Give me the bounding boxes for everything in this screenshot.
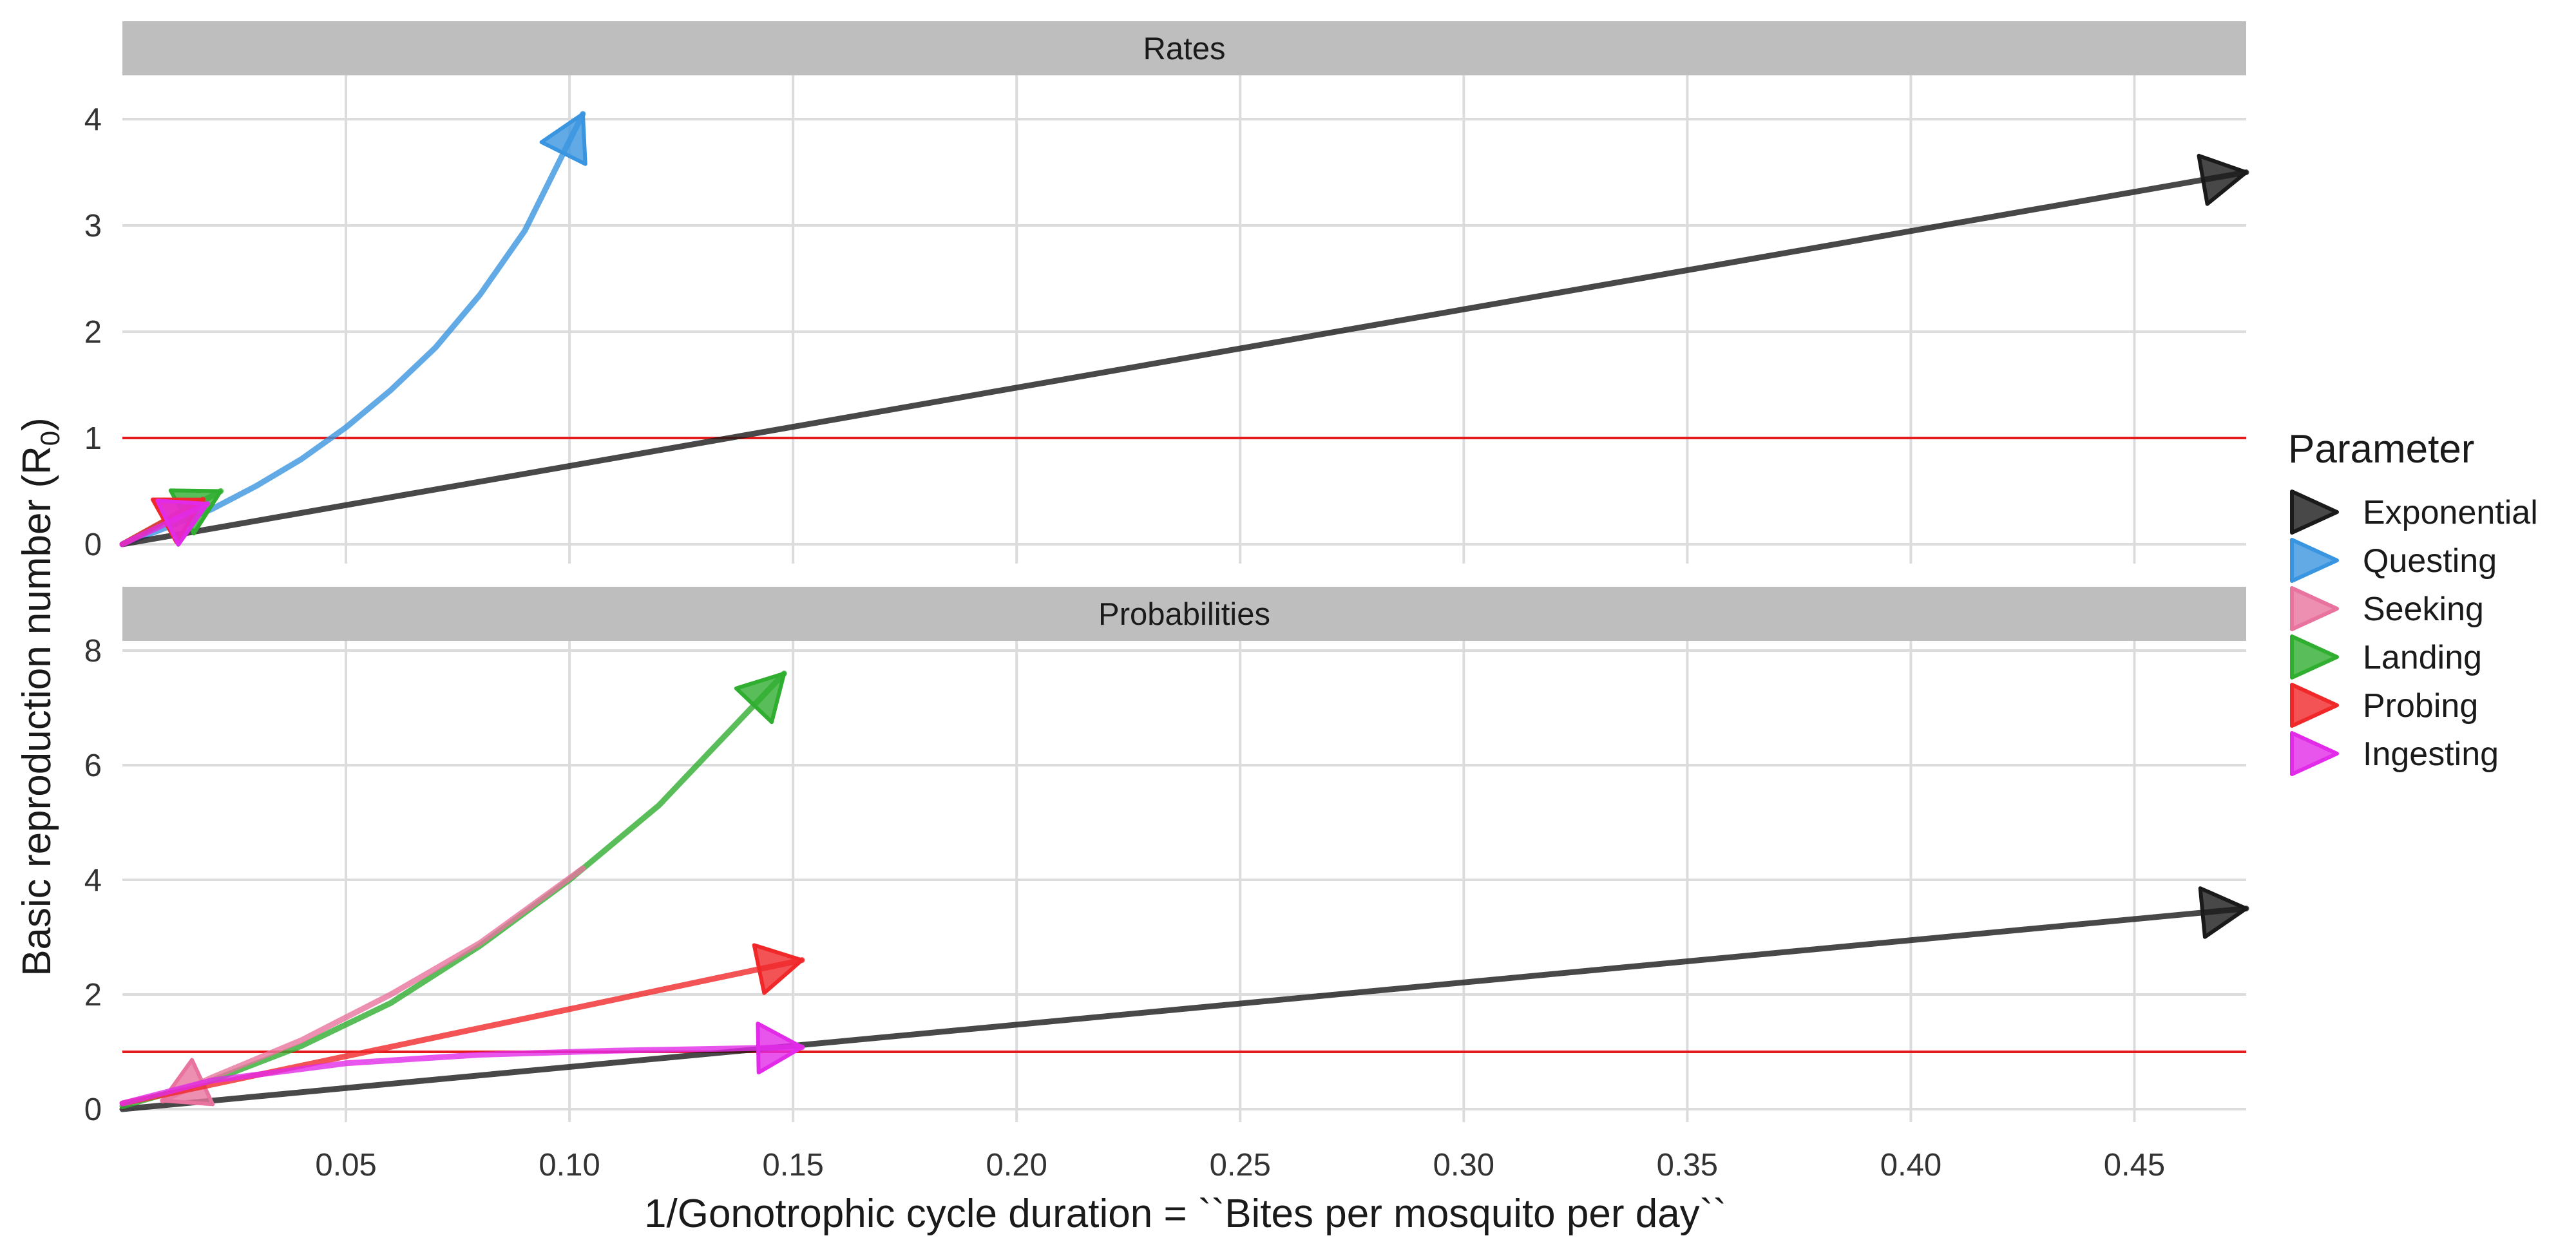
legend-key-arrow [2290,490,2339,535]
x-tick-label: 0.45 [2104,1148,2165,1183]
y-tick-label: 0 [84,1092,102,1127]
series-line [119,671,787,1109]
legend: Parameter Exponential Questing Seeking Land… [2288,427,2538,776]
y-tick-label: 8 [84,634,102,669]
x-tick-label: 0.10 [539,1148,600,1183]
y-tick-label: 3 [84,209,102,243]
series-ingesting [119,1022,805,1107]
panel-probabilities: Probabilities 0 2 4 6 8 [84,587,2249,1127]
series-line [119,906,2249,1112]
legend-key-arrow [2290,683,2339,728]
series-exponential [119,886,2249,1112]
legend-entry-landing: Landing [2290,634,2482,680]
panel-strip-title: Rates [1143,32,1225,66]
legend-title: Parameter [2288,427,2474,471]
legend-label: Questing [2363,542,2497,580]
series-arrowhead [756,1022,804,1075]
legend-entry-questing: Questing [2290,538,2497,583]
series-landing [119,671,787,1109]
y-tick-label: 2 [84,315,102,350]
y-axis-title: Basic reproduction number (R0) [15,417,65,976]
legend-key-arrow [2290,586,2339,631]
panels: Rates 0 1 2 3 4 Probabilities 0 2 4 6 8 [84,21,2249,1127]
y-tick-label: 2 [84,978,102,1013]
y-tick-label: 0 [84,528,102,562]
legend-label: Seeking [2363,591,2484,628]
legend-label: Probing [2363,687,2478,725]
series-arrowhead [752,943,804,995]
legend-label: Exponential [2363,494,2538,531]
x-tick-label: 0.30 [1433,1148,1494,1183]
x-tick-label: 0.40 [1880,1148,1942,1183]
y-tick-label: 4 [84,102,102,137]
x-tick-label: 0.20 [986,1148,1047,1183]
series-arrowhead [2197,153,2248,206]
panel-strip-title: Probabilities [1098,597,1270,632]
x-axis: 0.05 0.10 0.15 0.20 0.25 0.30 0.35 0.40 0.45 [315,1148,2165,1183]
y-axis-title-main: Basic reproduction number (R [15,446,59,976]
series-line [119,957,805,1107]
series-line [119,169,2249,547]
panel-rates: Rates 0 1 2 3 4 [84,21,2249,564]
y-tick-label: 4 [84,863,102,898]
legend-entry-exponential: Exponential [2290,490,2538,535]
series-exponential [119,153,2249,547]
series-arrowhead [2198,886,2248,939]
x-tick-label: 0.25 [1210,1148,1271,1183]
chart: Rates 0 1 2 3 4 Probabilities 0 2 4 6 8 0.05 0.10 0.1… [15,21,2538,1236]
x-tick-label: 0.05 [315,1148,376,1183]
series-questing [119,111,587,547]
y-tick-label: 1 [84,421,102,456]
legend-key-arrow [2290,634,2339,680]
y-axis-title-close: ) [15,417,59,431]
series-line [119,111,586,547]
legend-label: Ingesting [2363,736,2499,773]
legend-label: Landing [2363,639,2482,676]
legend-key-arrow [2290,731,2339,776]
legend-entry-seeking: Seeking [2290,586,2484,631]
x-tick-label: 0.35 [1657,1148,1718,1183]
y-axis-title-subscript: 0 [35,431,65,446]
legend-key-arrow [2290,538,2339,583]
legend-entry-ingesting: Ingesting [2290,731,2499,776]
series-line [160,865,586,1104]
y-tick-label: 6 [84,748,102,783]
legend-entry-probing: Probing [2290,683,2478,728]
x-tick-label: 0.15 [762,1148,823,1183]
x-axis-title: 1/Gonotrophic cycle duration = ``Bites p… [644,1192,1726,1236]
